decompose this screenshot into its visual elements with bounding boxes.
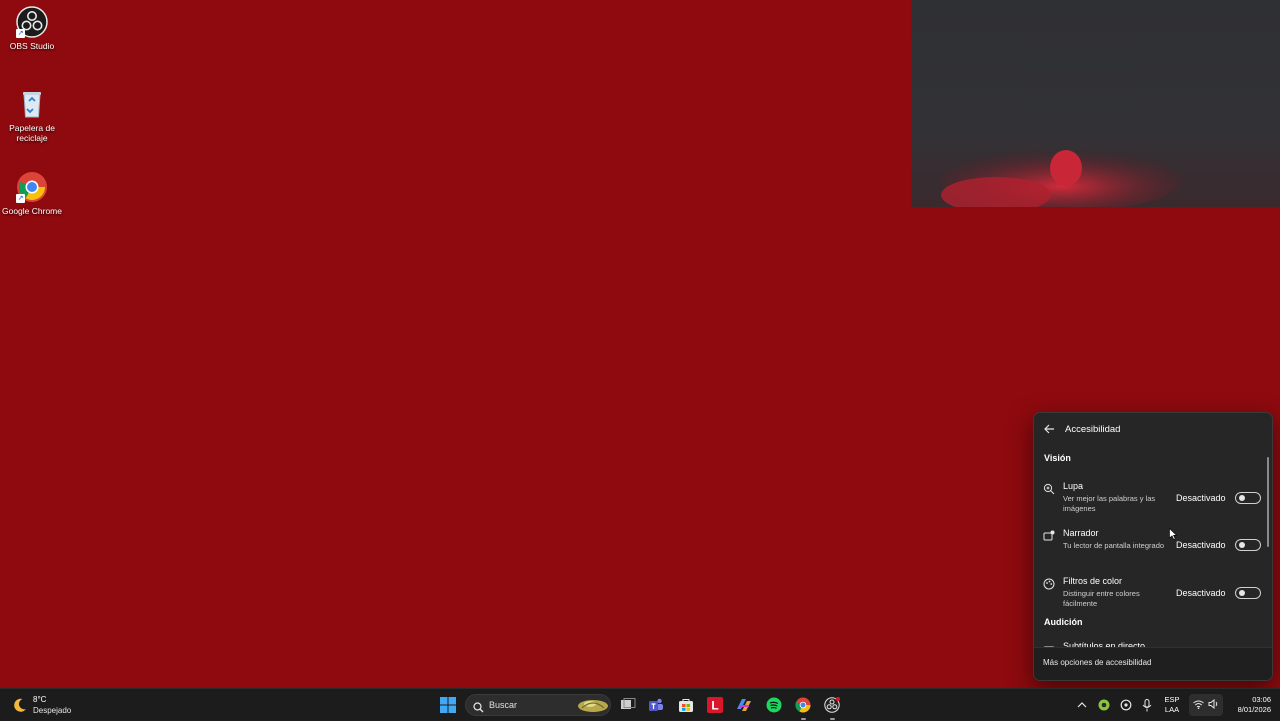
desktop-icon-label: Google Chrome (1, 206, 62, 216)
section-vision-heading: Visión (1044, 453, 1071, 463)
flyout-title: Accesibilidad (1065, 424, 1121, 435)
steam-tray-icon[interactable] (1117, 694, 1135, 716)
desktop-icon-obs[interactable]: ↗ OBS Studio (0, 6, 64, 51)
more-accessibility-options-link[interactable]: Más opciones de accesibilidad (1043, 658, 1152, 667)
copilot-icon[interactable] (733, 694, 755, 716)
desktop-icon-label: OBS Studio (9, 41, 55, 51)
search-icon (473, 700, 484, 718)
desktop-icon-chrome[interactable]: ↗ Google Chrome (0, 171, 64, 216)
obs-taskbar-icon[interactable] (821, 694, 843, 716)
shortcut-arrow-icon: ↗ (16, 194, 25, 203)
taskbar-search[interactable]: Buscar (465, 694, 611, 716)
item-narrador[interactable]: Narrador Tu lector de pantalla integrado… (1034, 525, 1264, 565)
chrome-taskbar-icon[interactable] (792, 694, 814, 716)
teams-icon[interactable] (645, 694, 667, 716)
desktop-icon-label: Papelera de reciclaje (9, 123, 55, 143)
item-state: Desactivado (1176, 588, 1226, 598)
store-icon[interactable] (675, 694, 697, 716)
desktop-icon-recycle-bin[interactable]: Papelera de reciclaje (0, 88, 64, 143)
flyout-footer: Más opciones de accesibilidad (1034, 647, 1272, 680)
narrador-toggle[interactable] (1235, 539, 1261, 551)
wifi-icon (1193, 696, 1204, 714)
microphone-icon[interactable] (1138, 694, 1156, 716)
item-name: Filtros de color (1063, 576, 1123, 586)
shortcut-arrow-icon: ↗ (16, 29, 25, 38)
filtros-toggle[interactable] (1235, 587, 1261, 599)
flyout-header: Accesibilidad (1034, 413, 1272, 445)
weather-widget[interactable]: 8°C Despejado (10, 693, 90, 717)
section-audition-heading: Audición (1044, 617, 1083, 627)
weather-condition: Despejado (33, 706, 72, 715)
item-name: Narrador (1063, 528, 1099, 538)
app-l-icon[interactable]: L (704, 694, 726, 716)
keyboard-layout: LAA (1164, 705, 1180, 714)
language-code: ESP (1164, 695, 1180, 704)
volume-icon (1208, 696, 1219, 714)
chrome-icon: ↗ (16, 171, 48, 203)
weather-temperature: 8°C (33, 695, 47, 704)
clock-date: 8/01/2026 (1237, 705, 1271, 714)
spotify-icon[interactable] (763, 694, 785, 716)
recycle-bin-icon (16, 88, 48, 120)
magnifier-icon (1043, 482, 1055, 495)
obs-icon: ↗ (16, 6, 48, 38)
clock[interactable]: 03:06 8/01/2026 (1227, 695, 1271, 715)
accessibility-flyout: Accesibilidad Visión Lupa Ver mejor las … (1033, 412, 1273, 681)
narrator-icon (1043, 529, 1055, 541)
nvidia-tray-icon[interactable] (1095, 694, 1113, 716)
task-view-icon[interactable] (617, 694, 639, 716)
item-state: Desactivado (1176, 540, 1226, 550)
start-button[interactable] (437, 694, 459, 716)
moon-icon (12, 697, 28, 718)
language-indicator[interactable]: ESP LAA (1160, 695, 1184, 715)
search-highlight-icon (576, 696, 610, 719)
webcam-preview (911, 0, 1280, 207)
item-state: Desactivado (1176, 493, 1226, 503)
windows-logo-icon (440, 697, 456, 713)
lupa-toggle[interactable] (1235, 492, 1261, 504)
back-arrow-icon[interactable] (1042, 422, 1056, 436)
svg-text:L: L (711, 699, 718, 713)
quick-settings-button[interactable] (1189, 694, 1223, 716)
taskbar: 8°C Despejado Buscar L ESP LAA 03:06 8/0… (0, 688, 1280, 721)
mouse-cursor-icon (1169, 527, 1178, 540)
item-lupa[interactable]: Lupa Ver mejor las palabras y las imágen… (1034, 478, 1264, 518)
chevron-up-icon[interactable] (1073, 694, 1091, 716)
search-placeholder: Buscar (489, 700, 518, 710)
item-description: Ver mejor las palabras y las imágenes (1063, 494, 1156, 513)
item-description: Tu lector de pantalla integrado (1063, 541, 1165, 550)
item-filtros-de-color[interactable]: Filtros de color Distinguir entre colore… (1034, 573, 1264, 613)
item-description: Distinguir entre colores fácilmente (1063, 589, 1140, 608)
item-name: Lupa (1063, 481, 1084, 491)
color-filter-icon (1043, 577, 1055, 590)
clock-time: 03:06 (1252, 695, 1271, 704)
flyout-scrollbar[interactable] (1267, 457, 1269, 547)
